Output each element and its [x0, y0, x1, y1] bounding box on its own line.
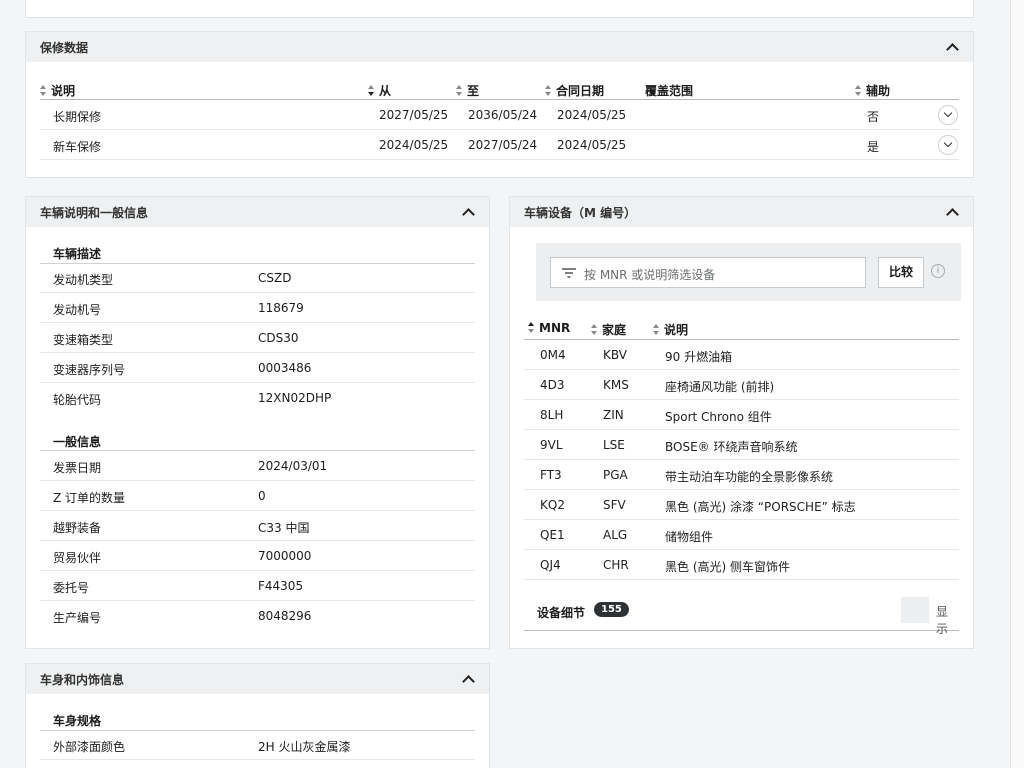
equipment-title: 车辆设备（M 编号）	[524, 205, 637, 220]
col-desc-header[interactable]: 说明	[653, 321, 688, 338]
expand-row-icon[interactable]	[938, 135, 958, 155]
show-toggle[interactable]	[901, 597, 929, 623]
warranty-to: 2027/05/24	[468, 138, 538, 152]
section-title: 车身规格	[53, 714, 102, 728]
section-title: 一般信息	[53, 435, 102, 449]
sort-icon	[855, 85, 862, 96]
col-contract-header[interactable]: 合同日期	[545, 82, 604, 99]
info-row: 外部漆面颜色 2H 火山灰金属漆	[40, 730, 475, 760]
info-icon[interactable]: i	[931, 264, 945, 278]
table-row[interactable]: 0M4 KBV 90 升燃油箱	[524, 340, 959, 370]
table-row[interactable]: 8LH ZIN Sport Chrono 组件	[524, 400, 959, 430]
warranty-title: 保修数据	[40, 40, 89, 55]
collapse-chevron-icon[interactable]	[461, 672, 475, 686]
equipment-footer: 设备细节 155 显示	[524, 593, 959, 636]
body-info-header[interactable]: 车身和内饰信息	[26, 664, 489, 694]
table-row[interactable]: QJ4 CHR 黑色 (高光) 侧车窗饰件	[524, 550, 959, 580]
filter-bar: 按 MNR 或说明筛选设备 比较 i	[536, 243, 961, 301]
info-row: 贸易伙伴 7000000	[40, 541, 475, 571]
warranty-header[interactable]: 保修数据	[26, 32, 973, 62]
info-row: 生产编号 8048296	[53, 609, 312, 625]
section-title: 车辆描述	[53, 247, 102, 261]
collapse-chevron-icon[interactable]	[945, 205, 959, 219]
table-row[interactable]: FT3 PGA 带主动泊车功能的全景影像系统	[524, 460, 959, 490]
expand-row-icon[interactable]	[938, 105, 958, 125]
info-row: Z 订单的数量 0	[40, 481, 475, 511]
table-row[interactable]: 4D3 KMS 座椅通风功能 (前排)	[524, 370, 959, 400]
info-row: 发动机号 118679	[40, 293, 475, 323]
table-row[interactable]: KQ2 SFV 黑色 (高光) 涂漆 “PORSCHE” 标志	[524, 490, 959, 520]
collapse-chevron-icon[interactable]	[945, 40, 959, 54]
info-row: 发动机类型 CSZD	[40, 263, 475, 293]
info-row: 变速器序列号 0003486	[40, 353, 475, 383]
col-coverage-header: 覆盖范围	[645, 84, 694, 98]
show-label[interactable]: 显示	[936, 603, 959, 637]
info-row: 发票日期 2024/03/01	[40, 451, 475, 481]
sort-icon	[545, 85, 552, 96]
details-label: 设备细节	[537, 606, 586, 620]
sort-icon	[591, 324, 598, 335]
col-family-header[interactable]: 家庭	[591, 321, 626, 338]
col-desc-header[interactable]: 说明	[40, 82, 75, 99]
warranty-to: 2036/05/24	[468, 108, 538, 122]
sort-icon	[528, 322, 535, 333]
col-from-header[interactable]: 从	[368, 82, 391, 99]
table-row[interactable]: 新车保修 2024/05/25 2027/05/24 2024/05/25 是	[40, 130, 959, 160]
equipment-header[interactable]: 车辆设备（M 编号）	[510, 197, 973, 227]
warranty-desc: 新车保修	[53, 140, 102, 154]
vehicle-info-card: 车辆说明和一般信息 车辆描述 发动机类型 CSZD 发动机号 118679 变速箱类…	[25, 196, 490, 649]
col-mnr-header[interactable]: MNR	[528, 321, 570, 335]
sort-icon	[653, 324, 660, 335]
details-count-badge: 155	[594, 602, 629, 617]
info-row: 越野装备 C33 中国	[40, 511, 475, 541]
sort-icon	[456, 85, 463, 96]
filter-placeholder: 按 MNR 或说明筛选设备	[584, 268, 716, 282]
warranty-contract: 2024/05/25	[557, 108, 627, 122]
warranty-desc: 长期保修	[53, 110, 102, 124]
warranty-aux: 否	[867, 110, 880, 124]
warranty-contract: 2024/05/25	[557, 138, 627, 152]
table-row[interactable]: QE1 ALG 储物组件	[524, 520, 959, 550]
sort-icon	[368, 85, 375, 96]
info-row: 委托号 F44305	[40, 571, 475, 601]
scrollbar[interactable]	[1010, 0, 1024, 768]
sort-icon	[40, 85, 47, 96]
warranty-aux: 是	[867, 140, 880, 154]
table-row[interactable]: 长期保修 2027/05/25 2036/05/24 2024/05/25 否	[40, 100, 959, 130]
top-partial-card	[25, 0, 974, 18]
warranty-from: 2027/05/25	[379, 108, 449, 122]
info-row: 变速箱类型 CDS30	[40, 323, 475, 353]
col-aux-header[interactable]: 辅助	[855, 82, 890, 99]
compare-button[interactable]: 比较	[878, 257, 924, 288]
filter-icon	[561, 267, 577, 279]
filter-input[interactable]: 按 MNR 或说明筛选设备	[550, 257, 866, 288]
table-row[interactable]: 9VL LSE BOSE® 环绕声音响系统	[524, 430, 959, 460]
collapse-chevron-icon[interactable]	[461, 205, 475, 219]
col-to-header[interactable]: 至	[456, 82, 479, 99]
equipment-card: 车辆设备（M 编号） 按 MNR 或说明筛选设备 比较 i MNR 家庭 说明 …	[509, 196, 974, 649]
body-info-title: 车身和内饰信息	[40, 672, 125, 687]
warranty-card: 保修数据 说明 从 至 合同日期 覆盖范围 辅助 长期保修 2027/05/25…	[25, 31, 974, 178]
info-row: 轮胎代码 12XN02DHP	[53, 391, 332, 407]
warranty-from: 2024/05/25	[379, 138, 449, 152]
vehicle-info-header[interactable]: 车辆说明和一般信息	[26, 197, 489, 227]
body-info-card: 车身和内饰信息 车身规格 外部漆面颜色 2H 火山灰金属漆	[25, 663, 490, 768]
vehicle-info-title: 车辆说明和一般信息	[40, 205, 149, 220]
